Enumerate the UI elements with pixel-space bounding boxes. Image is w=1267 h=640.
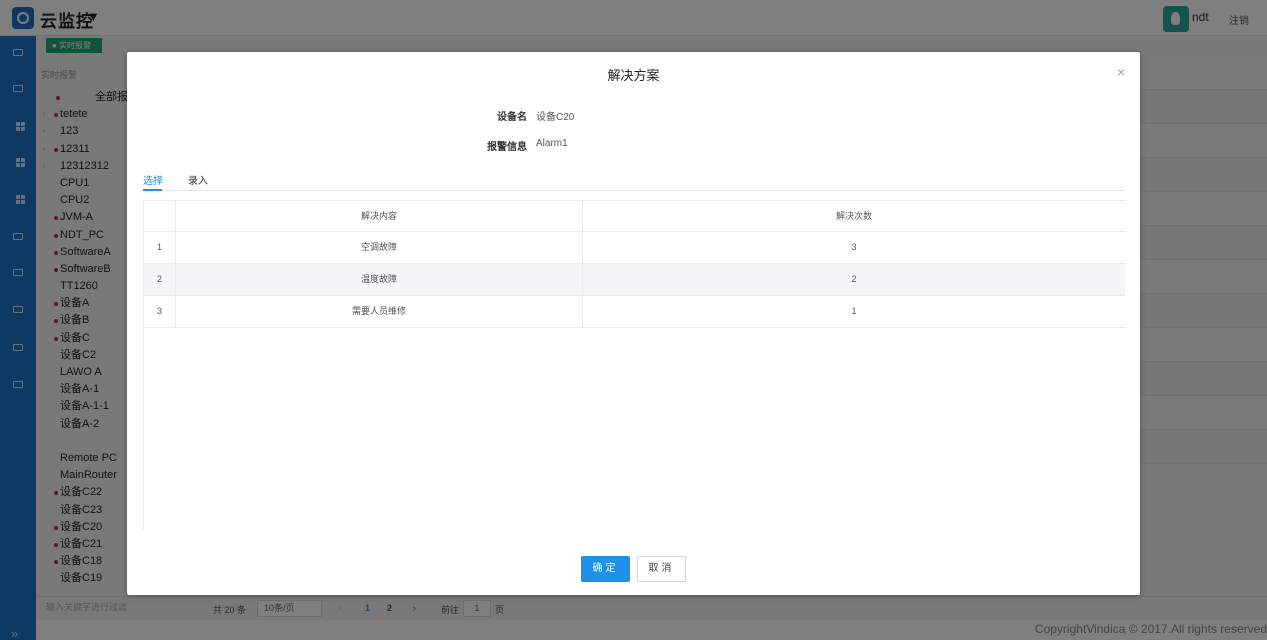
- solution-table: 解决内容 解决次数 1 空调故障 3 2 温度故障 2 3 需要人员维修 1: [143, 200, 1125, 530]
- table-row[interactable]: 3 需要人员维修 1: [144, 296, 1125, 328]
- table-row[interactable]: 1 空调故障 3: [144, 232, 1125, 264]
- cancel-button[interactable]: 取消: [637, 556, 686, 582]
- device-name-value: 设备C20: [536, 112, 575, 123]
- dialog-title: 解决方案: [607, 68, 660, 83]
- column-header-content[interactable]: 解决内容: [176, 201, 583, 232]
- solution-count: 3: [851, 242, 857, 252]
- device-name-label: 设备名: [497, 112, 527, 123]
- alarm-info-label: 报警信息: [487, 142, 527, 153]
- tab-select[interactable]: 选择: [143, 172, 163, 187]
- solution-count: 2: [851, 274, 857, 284]
- solution-content: 空调故障: [176, 232, 583, 263]
- column-header-index: [144, 201, 176, 232]
- alarm-info-value: Alarm1: [536, 138, 568, 149]
- solution-content: 需要人员维修: [176, 296, 583, 327]
- table-header: 解决内容 解决次数: [144, 200, 1125, 232]
- row-index: 1: [144, 232, 176, 263]
- table-row[interactable]: 2 温度故障 2: [144, 264, 1125, 296]
- solution-count: 1: [851, 306, 857, 316]
- row-index: 2: [144, 264, 176, 295]
- solution-dialog: 解决方案 × 设备名 设备C20 报警信息 Alarm1 选择 录入 解决内容 …: [127, 52, 1140, 595]
- column-header-count[interactable]: 解决次数: [583, 201, 1125, 232]
- dialog-tabs: 选择 录入: [143, 169, 1124, 191]
- active-tab-indicator: [143, 189, 162, 191]
- close-icon[interactable]: ×: [1117, 64, 1125, 80]
- solution-content: 温度故障: [176, 264, 583, 295]
- confirm-button[interactable]: 确定: [581, 556, 630, 582]
- row-index: 3: [144, 296, 176, 327]
- tab-input[interactable]: 录入: [188, 172, 208, 187]
